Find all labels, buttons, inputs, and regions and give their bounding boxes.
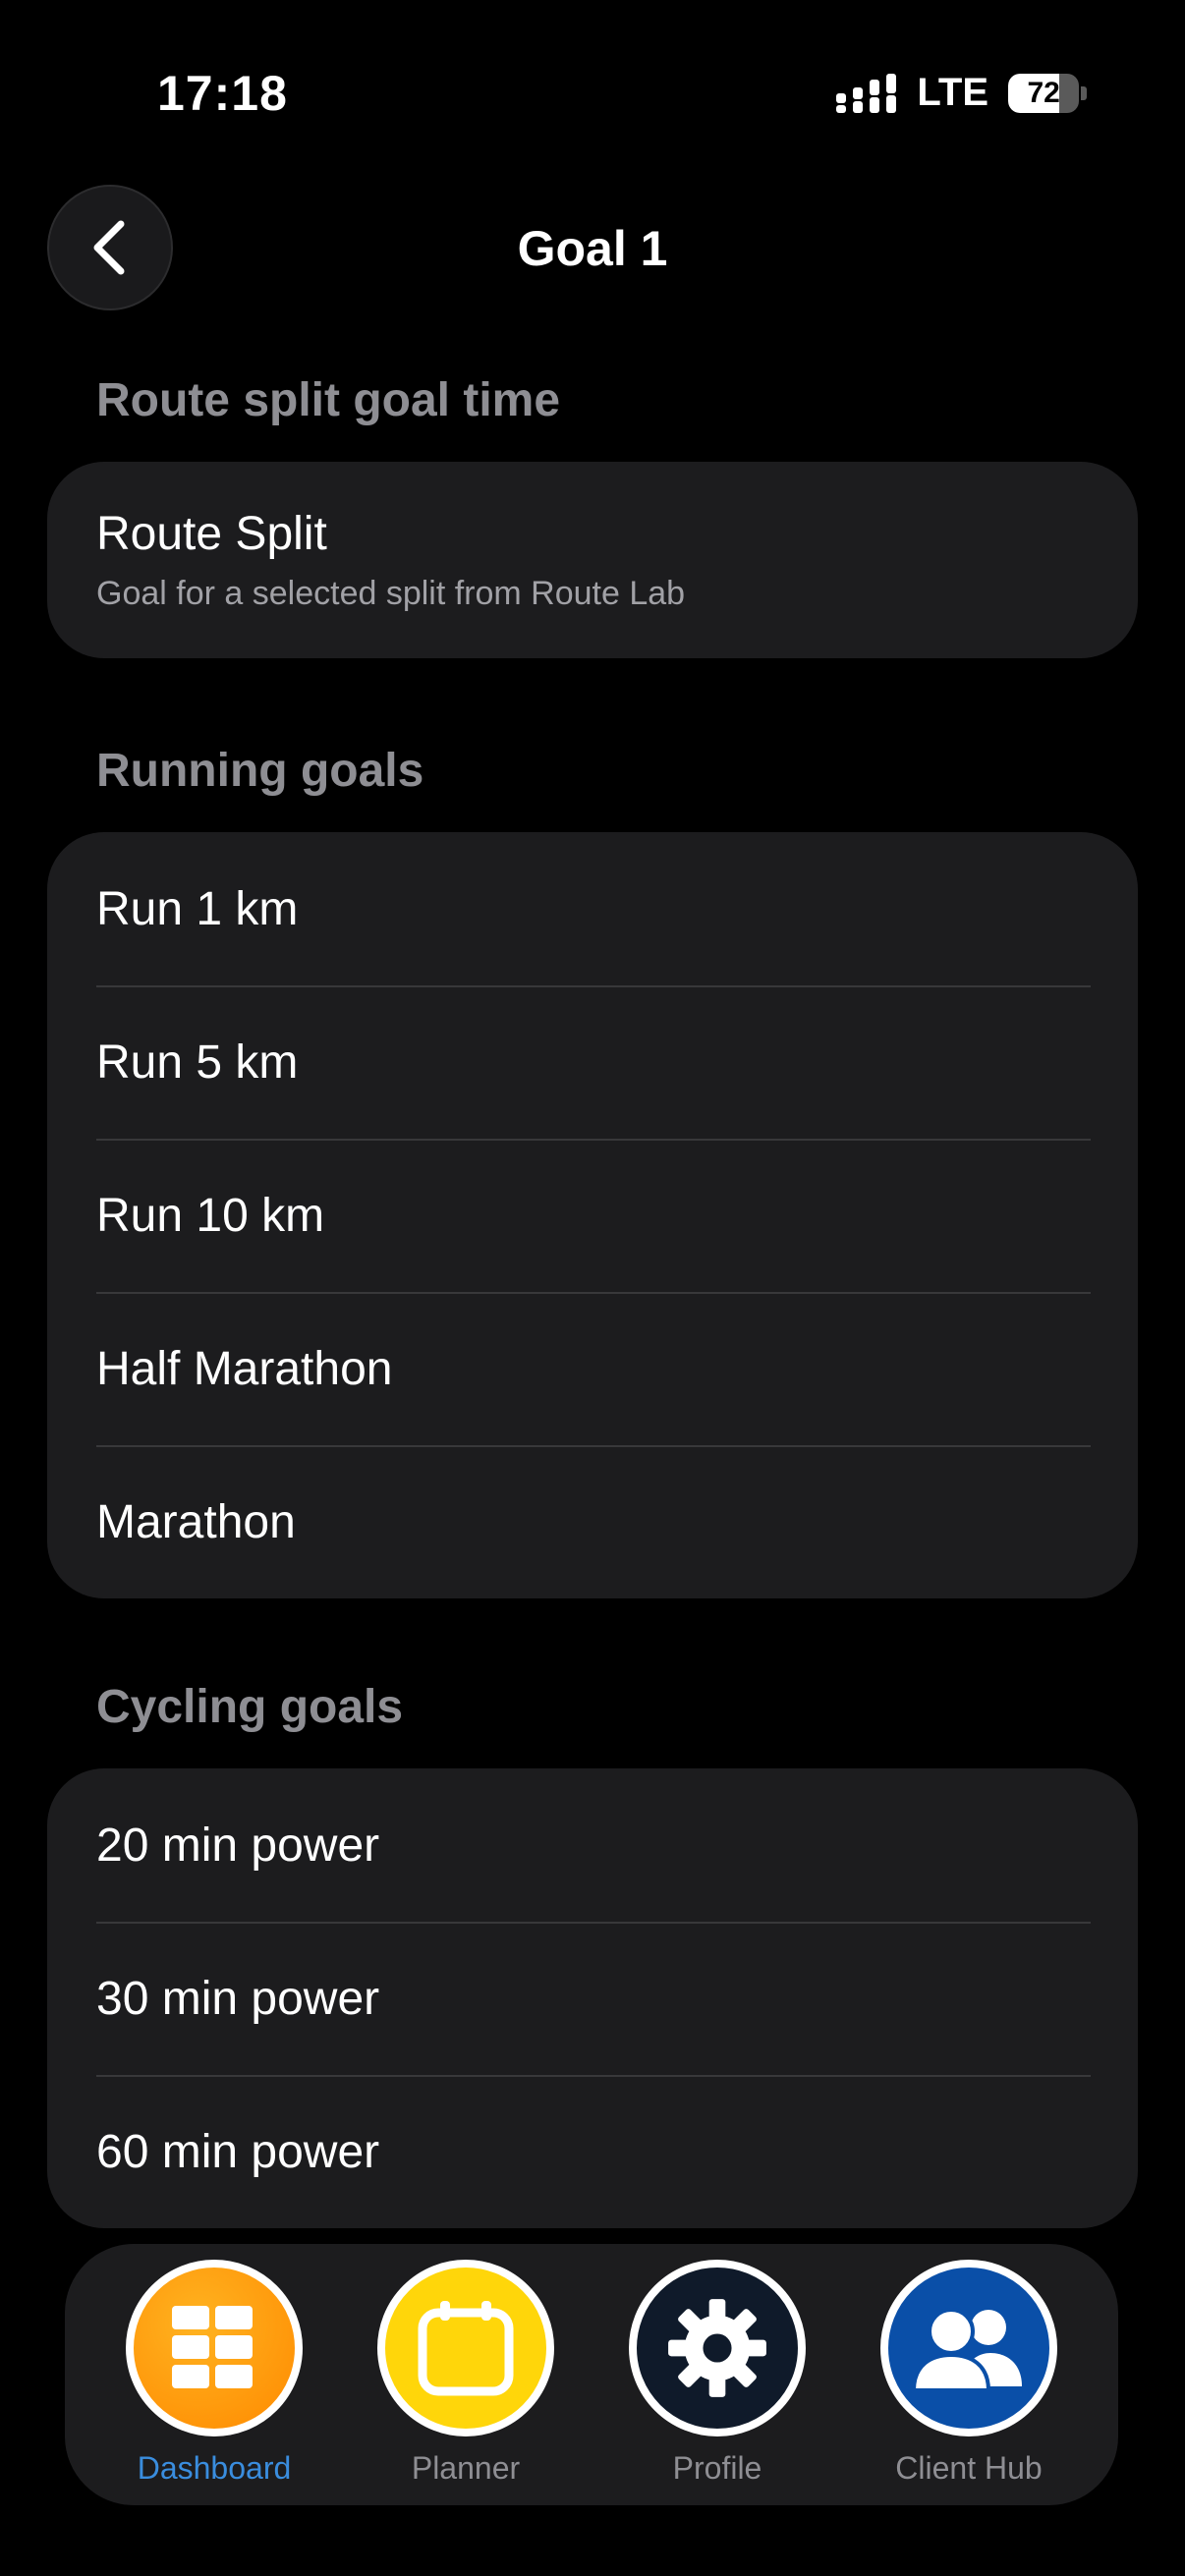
people-icon — [912, 2308, 1022, 2392]
page-title: Goal 1 — [517, 221, 668, 276]
tab-bar: Dashboard Planner Profile Client Hub — [65, 2244, 1118, 2505]
tab-profile[interactable]: Profile — [609, 2260, 825, 2487]
battery-icon: 72 — [1008, 73, 1087, 114]
tab-dashboard-circle — [126, 2260, 303, 2436]
route-split-item[interactable]: Route Split Goal for a selected split fr… — [47, 462, 1138, 658]
tab-client-hub-label: Client Hub — [895, 2450, 1043, 2486]
route-split-subtitle: Goal for a selected split from Route Lab — [96, 575, 686, 612]
status-bar: 17:18 LTE 72 — [0, 0, 1185, 187]
tab-planner[interactable]: Planner — [358, 2260, 574, 2487]
tab-dashboard-label: Dashboard — [137, 2450, 292, 2486]
tab-profile-label: Profile — [672, 2450, 762, 2486]
route-split-title: Route Split — [96, 508, 327, 560]
grid-icon — [172, 2306, 253, 2388]
goal-item-run-1km[interactable]: Run 1 km — [47, 832, 1138, 985]
goal-item-marathon[interactable]: Marathon — [47, 1445, 1138, 1598]
tab-planner-label: Planner — [411, 2450, 521, 2486]
goal-item-half-marathon[interactable]: Half Marathon — [47, 1292, 1138, 1445]
section-title-route-split: Route split goal time — [96, 374, 561, 426]
section-title-cycling: Cycling goals — [96, 1681, 404, 1733]
goal-item-run-10km[interactable]: Run 10 km — [47, 1139, 1138, 1292]
gear-icon — [668, 2299, 766, 2397]
status-time: 17:18 — [157, 66, 288, 121]
running-goals-card: Run 1 km Run 5 km Run 10 km Half Maratho… — [47, 832, 1138, 1598]
network-type: LTE — [917, 71, 988, 114]
tab-dashboard[interactable]: Dashboard — [106, 2260, 322, 2487]
goal-item-20min-power[interactable]: 20 min power — [47, 1768, 1138, 1922]
battery-level: 72 — [1027, 76, 1060, 109]
status-indicators: LTE 72 — [836, 71, 1087, 115]
section-title-running: Running goals — [96, 745, 424, 797]
tab-planner-circle — [377, 2260, 554, 2436]
goal-item-30min-power[interactable]: 30 min power — [47, 1922, 1138, 2075]
nav-header: Goal 1 — [0, 177, 1185, 319]
goal-item-run-5km[interactable]: Run 5 km — [47, 985, 1138, 1139]
cycling-goals-card: 20 min power 30 min power 60 min power — [47, 1768, 1138, 2228]
signal-icon — [836, 73, 897, 113]
calendar-icon — [418, 2301, 514, 2396]
tab-client-hub[interactable]: Client Hub — [861, 2260, 1077, 2487]
goal-item-60min-power[interactable]: 60 min power — [47, 2075, 1138, 2228]
route-split-card: Route Split Goal for a selected split fr… — [47, 462, 1138, 658]
tab-profile-circle — [629, 2260, 806, 2436]
tab-client-hub-circle — [880, 2260, 1057, 2436]
